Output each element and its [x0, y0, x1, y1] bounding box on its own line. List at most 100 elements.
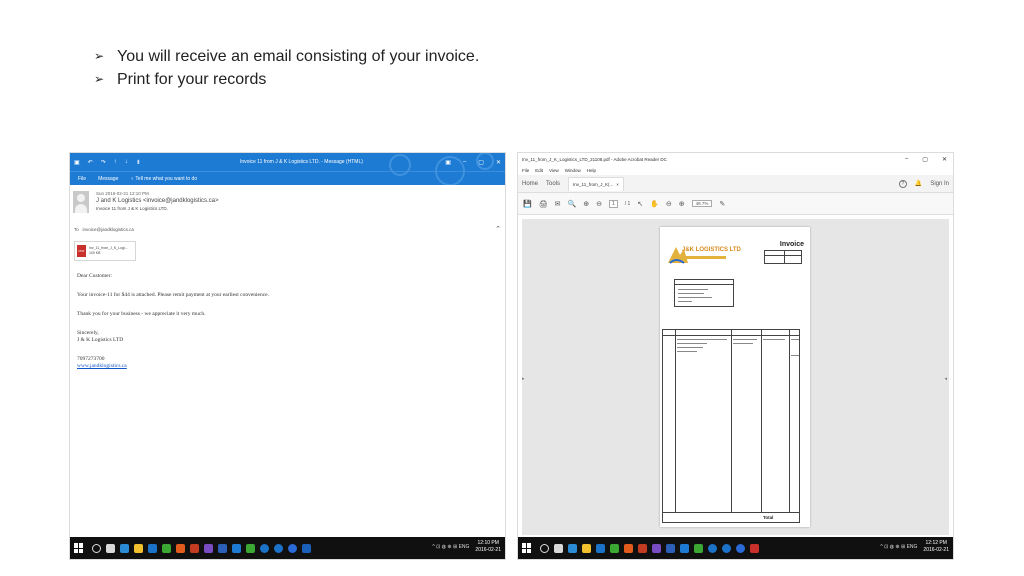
- save-icon[interactable]: 💾: [523, 200, 532, 208]
- search-icon[interactable]: 🔍: [567, 200, 576, 208]
- powerpoint-icon[interactable]: [176, 543, 185, 553]
- app-icon[interactable]: [302, 543, 311, 553]
- app-icon[interactable]: [736, 543, 745, 553]
- word-icon[interactable]: [666, 543, 675, 553]
- down-arrow-icon[interactable]: ↓: [125, 159, 128, 165]
- document-tab-label: Inv_11_from_J_K(...: [573, 181, 614, 187]
- up-arrow-icon[interactable]: ↑: [114, 159, 117, 165]
- right-panel-toggle-icon[interactable]: ◂: [944, 376, 947, 382]
- access-icon[interactable]: [638, 543, 647, 553]
- tray-icons[interactable]: ^ ⊡ ◍ ⊕ ⊞ ENG: [880, 544, 917, 550]
- line-items-table: [662, 329, 800, 513]
- tab-tools[interactable]: Tools: [546, 181, 560, 187]
- task-view-icon[interactable]: [554, 543, 563, 553]
- redo-icon[interactable]: ↷: [101, 159, 106, 166]
- annotate-icon[interactable]: ✎: [719, 200, 725, 208]
- maximize-icon[interactable]: ▢: [922, 156, 928, 163]
- close-icon[interactable]: ✕: [942, 156, 947, 163]
- page-number-input[interactable]: 1: [608, 199, 618, 208]
- clock-time: 12:10 PM: [477, 540, 499, 546]
- app-icon[interactable]: [694, 543, 703, 553]
- word-icon[interactable]: [218, 543, 227, 553]
- app-icon[interactable]: [246, 543, 255, 553]
- outlook-icon[interactable]: [232, 543, 241, 553]
- hand-tool-icon[interactable]: ✋: [650, 200, 659, 208]
- maximize-icon[interactable]: ▢: [478, 159, 484, 166]
- attachment-size: 100 KB: [89, 251, 101, 255]
- clock-date: 2016-02-21: [475, 547, 501, 553]
- close-tab-icon[interactable]: ×: [616, 182, 619, 187]
- app-icon[interactable]: [260, 543, 269, 553]
- task-view-icon[interactable]: [106, 543, 115, 553]
- clock[interactable]: 12:12 PM 2016-02-21: [923, 540, 949, 554]
- ribbon-options-icon[interactable]: ▣: [445, 159, 451, 166]
- minimize-icon[interactable]: –: [905, 156, 908, 163]
- tell-me-search[interactable]: ♀ Tell me what you want to do: [130, 176, 197, 182]
- total-row: Total: [662, 513, 800, 523]
- print-icon[interactable]: 🖨: [539, 200, 548, 208]
- edge-icon[interactable]: [120, 543, 129, 553]
- file-explorer-icon[interactable]: [134, 543, 143, 553]
- search-icon[interactable]: [540, 543, 549, 553]
- clock-time: 12:12 PM: [925, 540, 947, 546]
- arrow-bullet-icon: ➢: [94, 72, 105, 86]
- windows-start-icon[interactable]: [522, 543, 532, 553]
- onenote-icon[interactable]: [652, 543, 661, 553]
- menu-view[interactable]: View: [549, 168, 559, 173]
- minimize-icon[interactable]: –: [463, 159, 466, 166]
- menu-window[interactable]: Window: [565, 168, 581, 173]
- store-icon[interactable]: [596, 543, 605, 553]
- edge-icon[interactable]: [568, 543, 577, 553]
- document-viewport[interactable]: ▸ ◂ J&K LOGISTICS LTD Invoice Total: [522, 219, 949, 535]
- attachment[interactable]: PDF Inv_11_from_J_K_Logi... 100 KB: [74, 241, 136, 261]
- sign-in-link[interactable]: Sign In: [930, 181, 949, 187]
- prev-page-icon[interactable]: ⊕: [583, 200, 589, 208]
- email-icon[interactable]: ✉: [555, 200, 561, 208]
- access-icon[interactable]: [190, 543, 199, 553]
- menu-help[interactable]: Help: [587, 168, 596, 173]
- company-name: J & K Logistics LTD: [77, 337, 124, 343]
- outlook-icon[interactable]: [680, 543, 689, 553]
- menu-edit[interactable]: Edit: [535, 168, 543, 173]
- search-icon[interactable]: [92, 543, 101, 553]
- windows-start-icon[interactable]: [74, 543, 84, 553]
- undo-icon[interactable]: ↶: [88, 159, 93, 166]
- app-icon[interactable]: [288, 543, 297, 553]
- excel-icon[interactable]: [610, 543, 619, 553]
- customize-icon[interactable]: ⇟: [136, 159, 141, 166]
- zoom-select[interactable]: 48.7%: [691, 200, 713, 207]
- tab-document[interactable]: Inv_11_from_J_K(... ×: [568, 176, 624, 191]
- phone: 7097273700: [77, 356, 105, 362]
- app-icon[interactable]: [722, 543, 731, 553]
- recipient[interactable]: invoice@jandklogistics.ca: [83, 227, 134, 232]
- website-link[interactable]: www.jandklogistics.ca: [77, 363, 127, 369]
- app-icon[interactable]: [274, 543, 283, 553]
- tab-message[interactable]: Message: [98, 176, 118, 182]
- store-icon[interactable]: [148, 543, 157, 553]
- tab-file[interactable]: File: [78, 176, 86, 182]
- select-tool-icon[interactable]: ↖: [637, 200, 643, 208]
- window-controls: – ▢ ✕: [905, 156, 947, 163]
- collapse-header-icon[interactable]: ⌃: [495, 225, 501, 235]
- acrobat-icon[interactable]: [750, 543, 759, 553]
- signature: Sincerely, J & K Logistics LTD: [77, 330, 505, 344]
- save-icon[interactable]: ▣: [74, 159, 80, 166]
- left-panel-toggle-icon[interactable]: ▸: [522, 376, 525, 382]
- next-page-icon[interactable]: ⊖: [596, 200, 602, 208]
- powerpoint-icon[interactable]: [624, 543, 633, 553]
- help-icon[interactable]: ?: [898, 179, 907, 188]
- notifications-icon[interactable]: 🔔: [915, 180, 922, 187]
- contact: 7097273700 www.jandklogistics.ca: [77, 356, 505, 370]
- file-explorer-icon[interactable]: [582, 543, 591, 553]
- clock[interactable]: 12:10 PM 2016-02-21: [475, 540, 501, 554]
- menu-file[interactable]: File: [522, 168, 529, 173]
- app-icon[interactable]: [708, 543, 717, 553]
- tray-icons[interactable]: ^ ⊡ ◍ ⊕ ⊞ ENG: [432, 544, 469, 550]
- excel-icon[interactable]: [162, 543, 171, 553]
- zoom-in-icon[interactable]: ⊕: [679, 200, 685, 208]
- onenote-icon[interactable]: [204, 543, 213, 553]
- sender[interactable]: J and K Logistics <invoice@jandklogistic…: [96, 197, 505, 206]
- tab-home[interactable]: Home: [522, 181, 538, 187]
- close-icon[interactable]: ✕: [496, 159, 501, 166]
- zoom-out-icon[interactable]: ⊖: [666, 200, 672, 208]
